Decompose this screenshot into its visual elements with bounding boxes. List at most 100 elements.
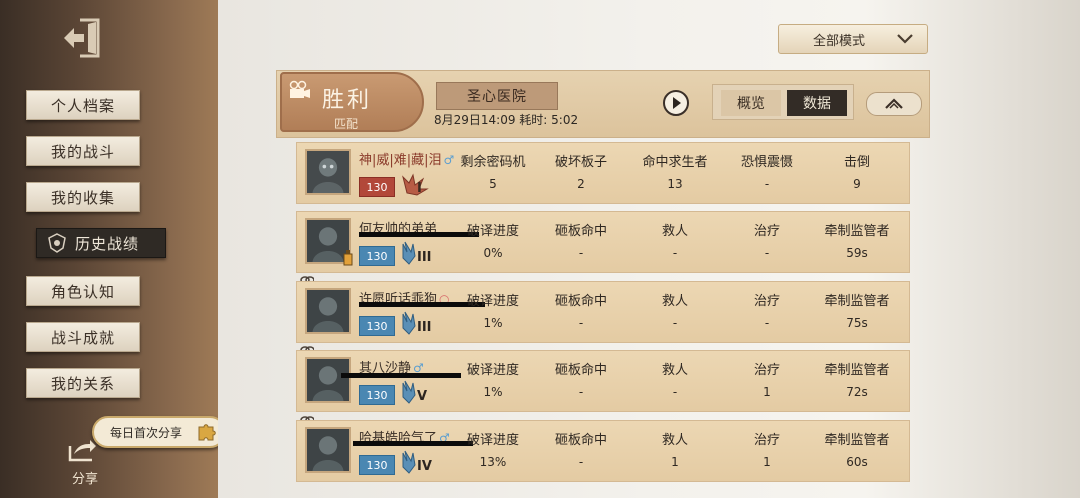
survivor-row[interactable]: 何友帅的弟弟 130 III 破译进度 砸板命中 救人 治疗 牵制监管者 0% … xyxy=(296,211,910,273)
survivor-row[interactable]: 哈基皓哈气了 ♂ 130 IV 破译进度 砸板命中 救人 治疗 牵制监管者 13%… xyxy=(296,420,910,482)
stat-header: 砸板命中 xyxy=(554,433,607,448)
chevron-up-icon xyxy=(885,98,903,109)
stat-value: - xyxy=(578,246,584,260)
sidebar-item-profile[interactable]: 个人档案 xyxy=(26,90,140,120)
rank-antler-icon xyxy=(402,380,416,404)
hunter-row[interactable]: 神|威|难|藏|泪 ♂ 130 I 剩余密码机 破坏板子 命中求生者 恐惧震慑 击… xyxy=(296,142,910,204)
rank-antler-icon xyxy=(402,173,429,196)
avatar xyxy=(305,149,351,195)
stat-header: 恐惧震慑 xyxy=(740,155,793,170)
stat-value: 13 xyxy=(667,177,683,191)
stat-header: 命中求生者 xyxy=(642,155,708,170)
stat-header: 牵制监管者 xyxy=(824,224,890,239)
player-name-text: 神|威|难|藏|泪 xyxy=(359,153,442,168)
stat-value: 1 xyxy=(671,455,679,469)
sidebar-item-character[interactable]: 角色认知 xyxy=(26,276,140,306)
stat-header: 治疗 xyxy=(753,363,780,378)
stat-header: 救人 xyxy=(661,363,688,378)
stat-value: 1 xyxy=(763,385,771,399)
stat-value: 9 xyxy=(853,177,861,191)
puzzle-icon xyxy=(198,424,216,441)
sidebar-item-relations[interactable]: 我的关系 xyxy=(26,368,140,398)
player-name: 神|威|难|藏|泪 ♂ xyxy=(359,149,454,168)
stat-value: 5 xyxy=(489,177,497,191)
level-badge: 130 xyxy=(359,177,395,197)
stat-value: - xyxy=(578,455,584,469)
stat-header: 剩余密码机 xyxy=(460,155,526,170)
match-mode: 匹配 xyxy=(334,117,359,131)
match-datetime: 8月29日14:09 耗时: 5:02 xyxy=(434,113,579,127)
level-badge: 130 xyxy=(359,385,395,405)
view-tabs: 概览 数据 xyxy=(712,84,854,120)
stat-value: - xyxy=(764,316,770,330)
stat-header: 破译进度 xyxy=(466,363,519,378)
stat-header: 破译进度 xyxy=(466,294,519,309)
sidebar-item-label: 历史战绩 xyxy=(75,234,140,253)
stat-header: 砸板命中 xyxy=(554,224,607,239)
stat-header: 治疗 xyxy=(753,294,780,309)
mode-filter-select[interactable]: 全部模式 xyxy=(778,24,928,54)
rank-tier: IV xyxy=(417,459,432,474)
collapse-button[interactable] xyxy=(866,92,922,116)
survivor-row[interactable]: 其八沙静 ♂ 130 V 破译进度 砸板命中 救人 治疗 牵制监管者 1% - -… xyxy=(296,350,910,412)
daily-share-button[interactable]: 每日首次分享 xyxy=(92,416,226,448)
avatar xyxy=(305,288,351,334)
stat-value: - xyxy=(672,385,678,399)
sidebar-item-match-history[interactable]: 历史战绩 xyxy=(36,228,166,258)
stat-value: 2 xyxy=(577,177,585,191)
stat-header: 治疗 xyxy=(753,224,780,239)
rank-tier: III xyxy=(417,320,432,335)
tab-data[interactable]: 数据 xyxy=(787,90,847,116)
rank-tier: III xyxy=(417,250,432,265)
match-result: 胜利 xyxy=(322,88,373,113)
share-icon[interactable] xyxy=(66,436,98,464)
stat-header: 牵制监管者 xyxy=(824,433,890,448)
stat-header: 牵制监管者 xyxy=(824,294,890,309)
level-badge: 130 xyxy=(359,246,395,266)
stat-value: 0% xyxy=(483,246,503,260)
map-name: 圣心医院 xyxy=(436,82,558,110)
avatar xyxy=(305,427,351,473)
stat-value: - xyxy=(672,316,678,330)
sidebar-item-achievements[interactable]: 战斗成就 xyxy=(26,322,140,352)
stat-value: 59s xyxy=(846,246,868,260)
stat-header: 砸板命中 xyxy=(554,294,607,309)
stat-header: 砸板命中 xyxy=(554,363,607,378)
survivor-row[interactable]: 许愿听话乖狗 ○ 130 III 破译进度 砸板命中 救人 治疗 牵制监管者 1%… xyxy=(296,281,910,343)
replay-play-icon[interactable] xyxy=(662,90,690,116)
rank-tier: V xyxy=(417,389,428,404)
sidebar-item-label: 个人档案 xyxy=(50,96,115,115)
stat-header: 治疗 xyxy=(753,433,780,448)
stat-value: 1 xyxy=(763,455,771,469)
chevron-down-icon xyxy=(897,34,913,44)
lantern-icon xyxy=(343,250,353,266)
sidebar-item-label: 我的收集 xyxy=(50,188,115,207)
stat-value: - xyxy=(764,177,770,191)
stat-value: - xyxy=(578,385,584,399)
exit-icon[interactable] xyxy=(58,14,106,62)
stat-header: 救人 xyxy=(661,294,688,309)
stat-value: 75s xyxy=(846,316,868,330)
video-camera-icon xyxy=(289,80,310,98)
stat-value: - xyxy=(578,316,584,330)
daily-share-label: 每日首次分享 xyxy=(110,425,183,440)
stat-value: - xyxy=(672,246,678,260)
stat-header: 破坏板子 xyxy=(554,155,607,170)
sidebar-item-label: 战斗成就 xyxy=(50,328,115,347)
redaction-bar xyxy=(341,373,461,378)
sidebar-item-label: 角色认知 xyxy=(50,282,115,301)
sidebar-item-collection[interactable]: 我的收集 xyxy=(26,182,140,212)
stat-header: 破译进度 xyxy=(466,224,519,239)
stat-value: 60s xyxy=(846,455,868,469)
level-badge: 130 xyxy=(359,316,395,336)
sidebar-item-label: 我的战斗 xyxy=(50,142,115,161)
level-badge: 130 xyxy=(359,455,395,475)
sidebar-item-my-battles[interactable]: 我的战斗 xyxy=(26,136,140,166)
tab-overview[interactable]: 概览 xyxy=(721,90,781,116)
stat-header: 击倒 xyxy=(843,155,870,170)
mode-filter-value: 全部模式 xyxy=(813,33,866,49)
sidebar-item-label: 我的关系 xyxy=(50,374,115,393)
stat-value: 1% xyxy=(483,385,503,399)
stat-value: - xyxy=(764,246,770,260)
rank-tier: I xyxy=(417,181,422,196)
